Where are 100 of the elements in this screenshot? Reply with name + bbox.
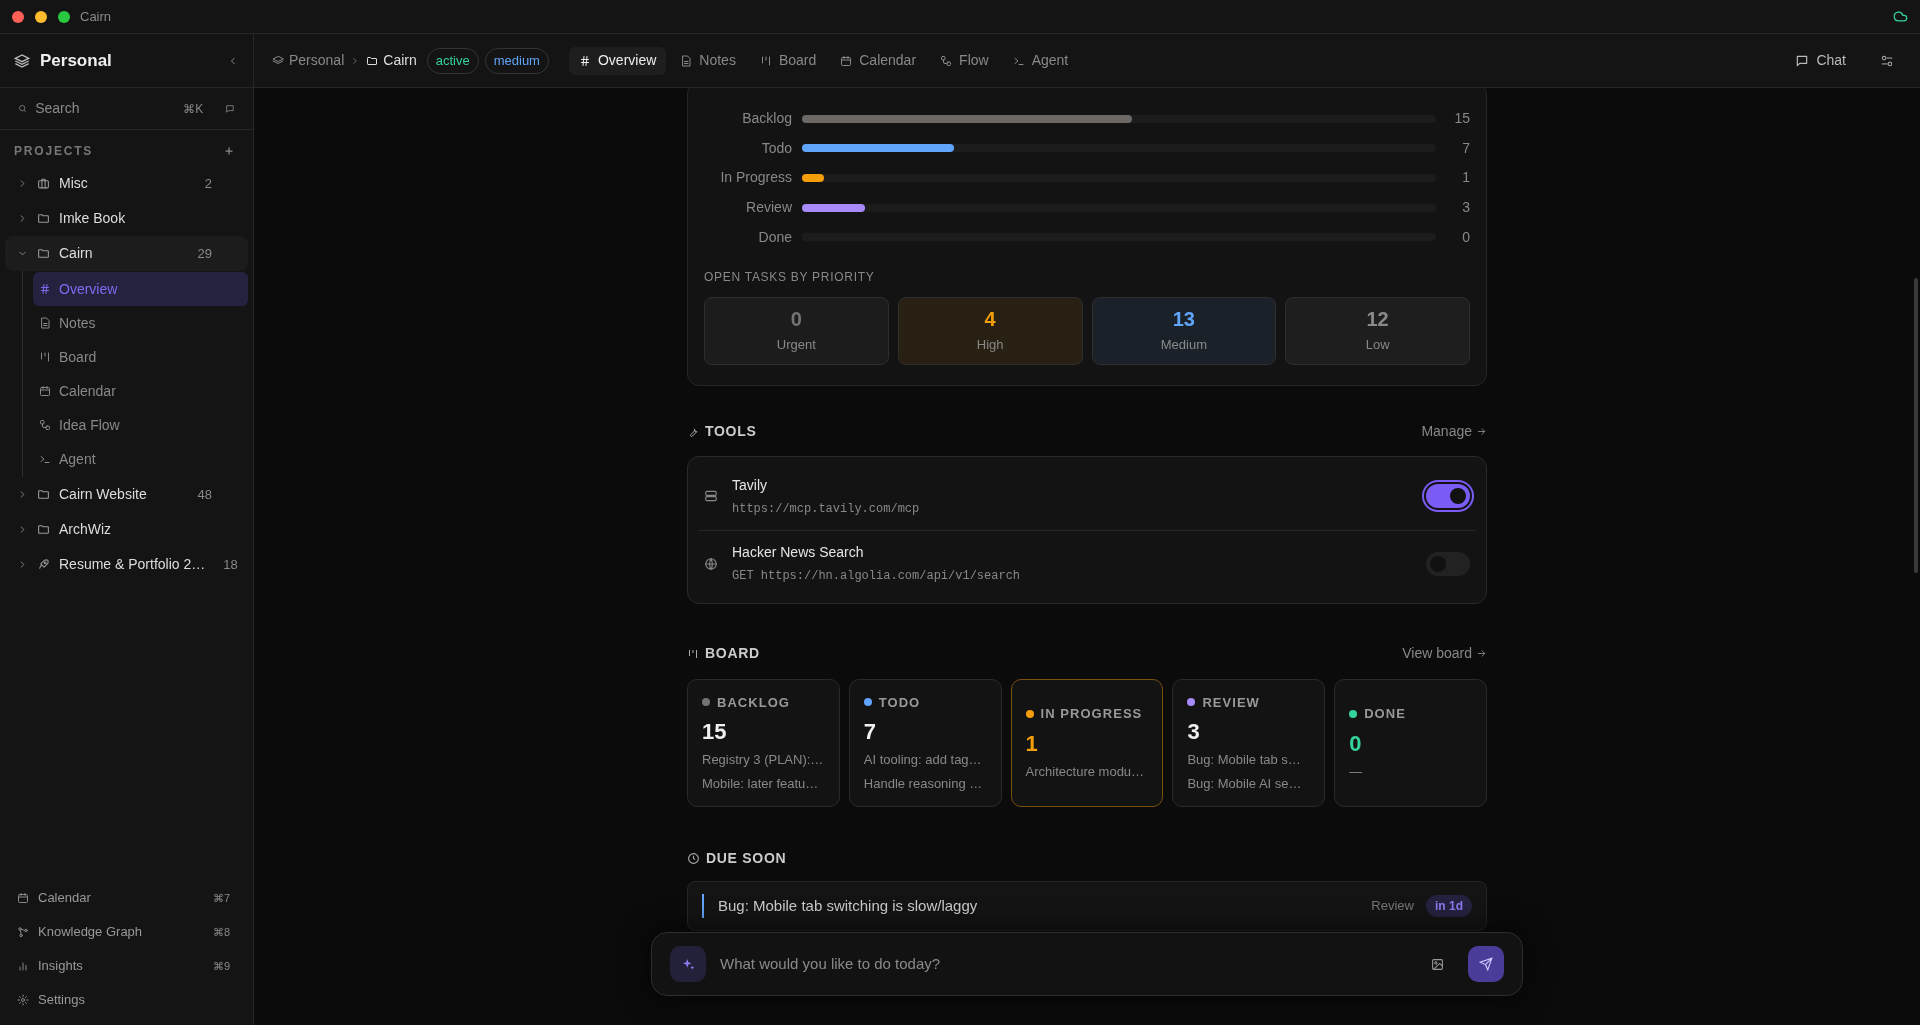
section-heading: OPEN TASKS BY PRIORITY xyxy=(704,268,876,286)
scrollbar[interactable] xyxy=(1914,278,1918,573)
column-count: 1 xyxy=(1025,729,1039,758)
send-button[interactable] xyxy=(1468,946,1504,982)
layers-icon xyxy=(14,52,30,69)
search-icon xyxy=(18,102,28,115)
item-count: 48 xyxy=(197,485,212,504)
section-heading: PROJECTS xyxy=(14,143,94,160)
server-icon xyxy=(704,489,718,504)
folder-icon xyxy=(37,247,50,260)
task-title: Bug: Mobile tab switching is slow/laggy xyxy=(718,895,978,916)
status-count: 3 xyxy=(1461,198,1470,218)
composer-box[interactable]: What would you like to do today? xyxy=(651,932,1523,996)
prompt-field[interactable]: What would you like to do today? xyxy=(720,952,1417,976)
priority-label: Low xyxy=(1365,336,1390,355)
column-name: DONE xyxy=(1364,705,1406,724)
project-item[interactable]: Cairn Website 48 xyxy=(5,477,248,512)
project-page-item[interactable]: Agent xyxy=(33,442,248,476)
task-title: Mobile: later featu… xyxy=(702,774,820,793)
board-column-card[interactable]: REVIEW 3 Bug: Mobile tab s… Bug: Mobile AI se… xyxy=(1172,678,1326,807)
project-item[interactable]: Resume & Portfolio 2… 18 xyxy=(5,547,248,582)
column-name: TODO xyxy=(878,693,921,712)
chat-button[interactable]: Chat xyxy=(1795,50,1846,71)
tab[interactable]: Agent xyxy=(1002,46,1079,75)
task-status: Review xyxy=(1371,897,1414,916)
settings-sliders-icon[interactable] xyxy=(1880,53,1894,68)
project-page-item[interactable]: Board xyxy=(33,340,248,374)
board-icon xyxy=(39,351,51,363)
arrow-right-icon xyxy=(1476,648,1487,660)
project-page-item[interactable]: Notes xyxy=(33,306,248,340)
project-item[interactable]: Cairn 29 xyxy=(5,236,248,271)
window-title: Cairn xyxy=(80,7,112,26)
item-count: 2 xyxy=(204,174,212,193)
sidebar-nav-item[interactable]: Calendar ⌘7 xyxy=(5,881,248,915)
calendar-icon xyxy=(39,385,51,397)
section-heading: BOARD xyxy=(705,644,760,664)
add-project-icon[interactable] xyxy=(223,145,235,157)
hash-icon xyxy=(578,54,591,67)
tab[interactable]: Flow xyxy=(930,46,999,75)
project-item[interactable]: Imke Book xyxy=(5,201,248,236)
sparkle-button[interactable] xyxy=(670,946,706,982)
priority-count: 13 xyxy=(1172,307,1195,332)
gear-icon xyxy=(17,994,29,1006)
project-page-item[interactable]: Idea Flow xyxy=(33,408,248,442)
send-icon xyxy=(1479,957,1493,971)
folder-icon xyxy=(366,54,379,67)
project-page-item[interactable]: Calendar xyxy=(33,374,248,408)
column-count: 0 xyxy=(1349,729,1363,758)
project-name: Misc xyxy=(59,174,88,193)
image-icon[interactable] xyxy=(1431,957,1444,971)
tab[interactable]: Calendar xyxy=(830,46,927,75)
project-name: Cairn Website xyxy=(59,485,147,504)
status-label: Todo xyxy=(760,138,792,158)
tab[interactable]: Board xyxy=(749,46,827,75)
sidebar-nav-item[interactable]: Insights ⌘9 xyxy=(5,949,248,983)
tab[interactable]: Overview xyxy=(568,46,667,75)
folder-icon xyxy=(37,212,50,225)
item-count: 29 xyxy=(197,244,212,263)
due-badge: in 1d xyxy=(1426,894,1472,917)
breadcrumb-link[interactable]: Personal xyxy=(272,50,345,71)
due-task-row[interactable]: Bug: Mobile tab switching is slow/laggy Review in 1d xyxy=(687,880,1487,931)
column-name: REVIEW xyxy=(1202,693,1260,712)
arrow-right-icon xyxy=(1476,426,1487,438)
sidebar-nav-item[interactable]: Knowledge Graph ⌘8 xyxy=(5,915,248,949)
project-item[interactable]: ArchWiz xyxy=(5,512,248,547)
status-count: 7 xyxy=(1461,138,1470,158)
status-count: 15 xyxy=(1453,109,1470,129)
priority-count: 0 xyxy=(790,307,802,332)
project-item[interactable]: Misc 2 xyxy=(5,166,248,201)
board-column-card[interactable]: BACKLOG 15 Registry 3 (PLAN):… Mobile: later featu… xyxy=(687,678,840,807)
board-column-card[interactable]: DONE 0 — xyxy=(1334,678,1487,807)
close-window-button[interactable] xyxy=(12,10,24,23)
project-page-item[interactable]: Overview xyxy=(33,272,248,306)
folder-icon xyxy=(37,523,50,536)
column-count: 3 xyxy=(1187,718,1201,747)
sidebar-nav-item[interactable]: Settings xyxy=(5,983,248,1017)
column-name: IN PROGRESS xyxy=(1040,705,1143,724)
view-board-link[interactable]: View board xyxy=(1402,643,1472,665)
tab[interactable]: Notes xyxy=(670,46,746,75)
zoom-window-button[interactable] xyxy=(58,10,70,23)
minimize-window-button[interactable] xyxy=(35,10,47,23)
manage-link[interactable]: Manage xyxy=(1421,421,1472,443)
board-column-card[interactable]: TODO 7 AI tooling: add tag… Handle reasoning … xyxy=(848,678,1002,807)
folder-icon xyxy=(37,488,50,501)
status-label: Review xyxy=(745,198,792,218)
document-icon xyxy=(39,317,51,329)
calendar-icon xyxy=(17,892,29,904)
status-label: In Progress xyxy=(719,168,792,188)
priority-count: 4 xyxy=(984,307,996,332)
task-title: Handle reasoning … xyxy=(863,774,984,793)
breadcrumb-link[interactable]: Cairn xyxy=(366,50,417,71)
board-column-card[interactable]: IN PROGRESS 1 Architecture modu… xyxy=(1010,678,1164,807)
calendar-icon xyxy=(840,54,853,67)
status-count: 1 xyxy=(1461,168,1470,188)
priority-count: 12 xyxy=(1366,307,1389,332)
task-title: Bug: Mobile AI se… xyxy=(1187,774,1303,793)
task-title: Registry 3 (PLAN):… xyxy=(702,751,825,770)
task-title: Architecture modu… xyxy=(1025,762,1146,781)
project-name: Cairn xyxy=(59,244,93,263)
search-field[interactable]: Search xyxy=(35,98,176,119)
